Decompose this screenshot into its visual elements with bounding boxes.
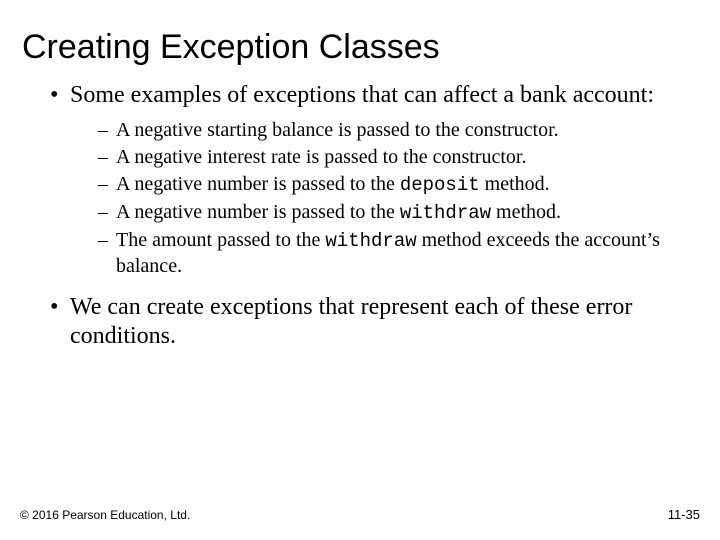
bullet-list: Some examples of exceptions that can aff… [50,81,670,351]
sub-bullet-text: method. [491,201,561,223]
sub-bullet-text: method. [480,173,550,195]
sub-bullet-text: A negative number is passed to the [116,201,400,223]
slide: Creating Exception Classes Some examples… [0,0,720,540]
sub-bullet-item: The amount passed to the withdraw method… [98,228,670,279]
bullet-text: We can create exceptions that represent … [70,294,632,349]
sub-bullet-item: A negative number is passed to the depos… [98,172,670,198]
bullet-text: Some examples of exceptions that can aff… [70,82,654,108]
footer-page-number: 11-35 [668,507,700,522]
slide-title: Creating Exception Classes [0,0,720,67]
bullet-item: We can create exceptions that represent … [50,293,670,352]
code-text: withdraw [325,230,416,252]
code-text: deposit [400,174,480,196]
sub-bullet-item: A negative interest rate is passed to th… [98,145,670,170]
sub-bullet-text: A negative starting balance is passed to… [116,119,559,141]
code-text: withdraw [400,202,491,224]
sub-bullet-item: A negative starting balance is passed to… [98,118,670,143]
sub-bullet-text: A negative number is passed to the [116,173,400,195]
slide-body: Some examples of exceptions that can aff… [0,67,720,351]
bullet-item: Some examples of exceptions that can aff… [50,81,670,279]
sub-bullet-item: A negative number is passed to the withd… [98,200,670,226]
footer-copyright: © 2016 Pearson Education, Ltd. [20,508,190,522]
sub-bullet-text: A negative interest rate is passed to th… [116,146,526,168]
sub-bullet-list: A negative starting balance is passed to… [70,118,670,278]
sub-bullet-text: The amount passed to the [116,229,325,251]
